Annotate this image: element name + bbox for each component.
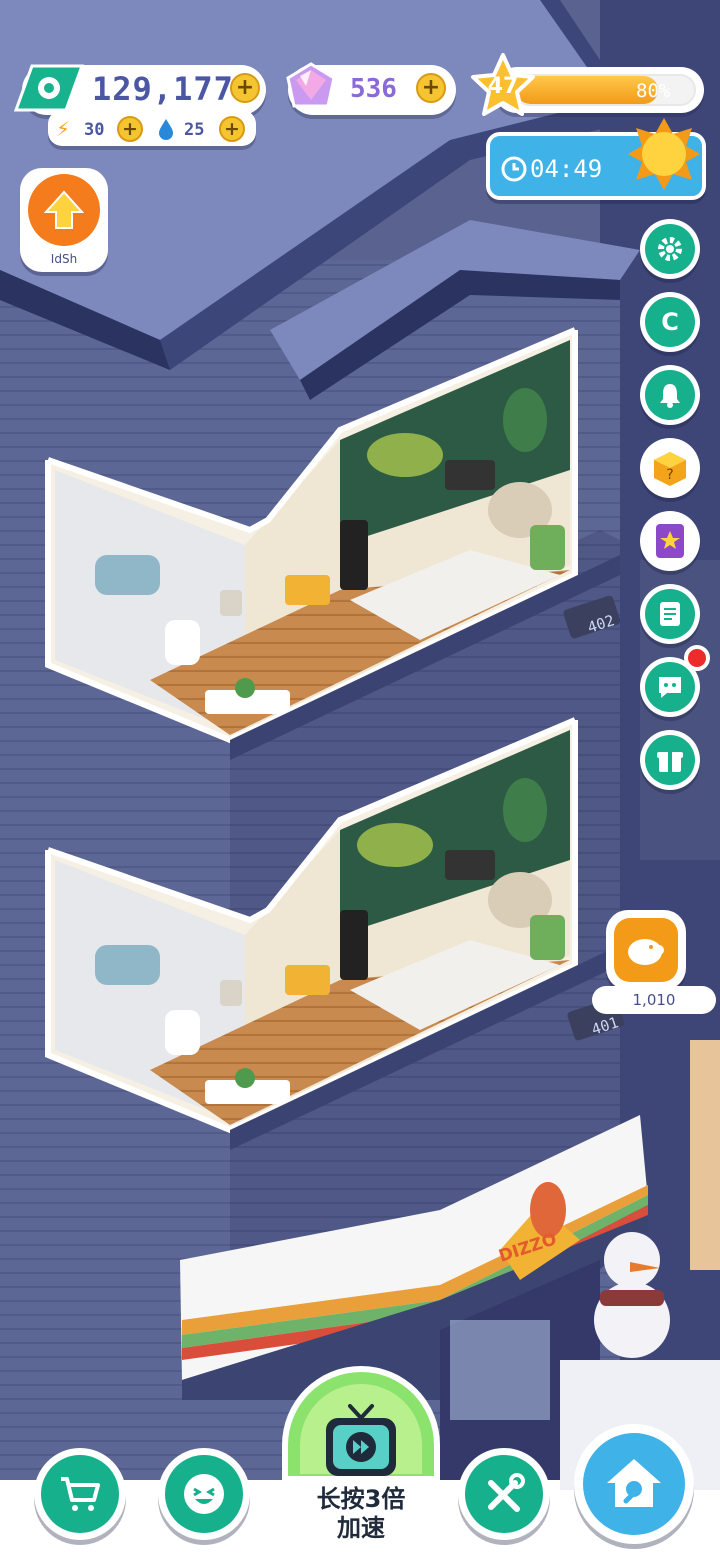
building-illustration — [0, 0, 720, 1560]
chat-notification-dot — [684, 645, 710, 671]
level-number: 47 — [487, 74, 519, 99]
add-cash-button[interactable]: + — [230, 73, 260, 103]
sun-icon — [626, 116, 702, 196]
chat-icon — [645, 662, 695, 712]
day-timer-value: 04:49 — [530, 155, 603, 183]
tv-fast-forward-icon — [320, 1402, 402, 1488]
speed-up-label-line2: 加速 — [337, 1514, 385, 1542]
speed-up-button[interactable]: 长按3倍 加速 — [282, 1366, 440, 1544]
mystery-box-icon: ? — [645, 443, 695, 493]
star-book-button[interactable] — [640, 511, 700, 571]
add-water-button[interactable]: + — [219, 116, 245, 142]
boost-arrow-icon — [28, 174, 100, 246]
piggy-bank-button[interactable]: 1,010 — [592, 910, 716, 1014]
build-tools-button[interactable] — [458, 1448, 550, 1540]
piggy-bank-value-pill: 1,010 — [592, 986, 716, 1014]
piggy-bank-badge — [606, 910, 686, 990]
piggy-bank-icon — [614, 918, 678, 982]
shopping-cart-icon — [41, 1455, 119, 1533]
tools-icon — [465, 1455, 543, 1533]
clock-icon — [500, 155, 528, 187]
notes-button[interactable] — [640, 584, 700, 644]
svg-text:?: ? — [666, 467, 673, 483]
notifications-button[interactable] — [640, 365, 700, 425]
notes-icon — [645, 589, 695, 639]
water-amount: 25 — [184, 120, 205, 140]
gear-icon — [645, 224, 695, 274]
smile-icon — [165, 1455, 243, 1533]
boost-label: IdSh — [50, 252, 78, 266]
gift-button[interactable] — [640, 730, 700, 790]
gem-amount: 536 — [350, 74, 397, 104]
water-drop-icon — [157, 118, 175, 144]
shop-button[interactable] — [34, 1448, 126, 1540]
cash-amount: 129,177 — [92, 70, 234, 108]
coupon-button[interactable]: C — [640, 292, 700, 352]
bell-icon — [645, 370, 695, 420]
home-wrench-icon — [583, 1433, 685, 1535]
add-energy-button[interactable]: + — [117, 116, 143, 142]
level-progress-label: 80% — [636, 80, 671, 102]
gem-icon — [282, 60, 340, 122]
settings-button[interactable] — [640, 219, 700, 279]
mystery-box-button[interactable]: ? — [640, 438, 700, 498]
add-gems-button[interactable]: + — [416, 73, 446, 103]
piggy-bank-value: 1,010 — [632, 991, 676, 1009]
home-button[interactable] — [574, 1424, 694, 1544]
energy-amount: 30 — [84, 120, 105, 140]
cash-icon — [13, 62, 85, 114]
coupon-icon: C — [645, 297, 695, 347]
game-scene: 402 401 DIZZO 129,177 + ⚡ 30 + 25 + 536 … — [0, 0, 720, 1560]
star-book-icon — [645, 516, 695, 566]
lightning-icon: ⚡ — [56, 117, 71, 141]
gift-icon — [645, 735, 695, 785]
emote-button[interactable] — [158, 1448, 250, 1540]
